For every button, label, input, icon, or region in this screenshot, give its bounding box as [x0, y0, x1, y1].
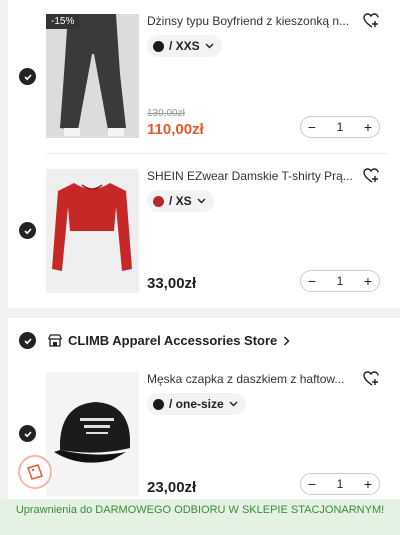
increase-button[interactable]: +	[357, 119, 379, 135]
quantity-value[interactable]: 1	[337, 477, 344, 491]
check-icon	[23, 430, 32, 437]
tshirt-image	[46, 169, 139, 293]
variant-selector[interactable]: / XXS	[147, 35, 222, 57]
cap-image	[46, 372, 139, 496]
quantity-stepper: − 1 +	[300, 270, 380, 292]
decrease-button[interactable]: −	[301, 119, 323, 135]
variant-label: / one-size	[169, 397, 224, 411]
store-name: CLIMB Apparel Accessories Store	[68, 333, 278, 348]
variant-selector[interactable]: / XS	[147, 190, 214, 212]
free-pickup-banner: Uprawnienia do DARMOWEGO ODBIORU W SKLEP…	[0, 499, 400, 535]
quantity-stepper: − 1 +	[300, 473, 380, 495]
quantity-value[interactable]: 1	[337, 274, 344, 288]
increase-button[interactable]: +	[357, 273, 379, 289]
chevron-down-icon	[197, 198, 206, 204]
product-image[interactable]	[46, 169, 139, 293]
color-swatch	[153, 195, 164, 207]
increase-button[interactable]: +	[357, 476, 379, 492]
item-select-checkbox[interactable]	[19, 222, 36, 239]
chevron-down-icon	[205, 43, 214, 49]
chevron-down-icon	[229, 401, 238, 407]
variant-label: / XS	[169, 194, 192, 208]
variant-selector[interactable]: / one-size	[147, 393, 246, 415]
cart-item-jeans: -15% Dżinsy typu Boyfriend z kieszonką n…	[8, 0, 400, 150]
decrease-button[interactable]: −	[301, 476, 323, 492]
store-select-checkbox[interactable]	[19, 332, 36, 349]
product-image[interactable]	[46, 372, 139, 496]
store-icon	[48, 334, 62, 347]
cart-store-group-1: -15% Dżinsy typu Boyfriend z kieszonką n…	[8, 0, 400, 308]
price: 33,00zł	[147, 275, 197, 292]
product-title[interactable]: Męska czapka z daszkiem z haftow...	[147, 372, 357, 386]
check-icon	[23, 337, 32, 344]
check-icon	[23, 227, 32, 234]
product-title[interactable]: Dżinsy typu Boyfriend z kieszonką n...	[147, 14, 357, 28]
decrease-button[interactable]: −	[301, 273, 323, 289]
chevron-right-icon	[284, 335, 290, 346]
original-price: 130,00zł	[147, 108, 185, 119]
cart-item-tshirt: SHEIN EZwear Damskie T-shirty Prą... / X…	[8, 155, 400, 305]
store-header[interactable]: CLIMB Apparel Accessories Store	[19, 332, 290, 349]
heart-plus-icon[interactable]	[363, 168, 381, 184]
coupon-button[interactable]	[18, 455, 52, 489]
cart-item-cap: Męska czapka z daszkiem z haftow... / on…	[8, 358, 400, 508]
product-image[interactable]: -15%	[46, 14, 139, 138]
item-select-checkbox[interactable]	[19, 425, 36, 442]
sale-price: 110,00zł	[147, 121, 204, 138]
heart-plus-icon[interactable]	[363, 13, 381, 29]
color-swatch	[153, 398, 164, 410]
heart-plus-icon[interactable]	[363, 371, 381, 387]
variant-label: / XXS	[169, 39, 200, 53]
divider	[46, 153, 388, 154]
quantity-stepper: − 1 +	[300, 116, 380, 138]
discount-badge: -15%	[46, 14, 80, 29]
coupon-icon	[27, 464, 43, 480]
check-icon	[23, 73, 32, 80]
jeans-image	[46, 14, 139, 138]
color-swatch	[153, 40, 164, 52]
item-select-checkbox[interactable]	[19, 68, 36, 85]
price: 23,00zł	[147, 479, 197, 496]
quantity-value[interactable]: 1	[337, 120, 344, 134]
product-title[interactable]: SHEIN EZwear Damskie T-shirty Prą...	[147, 169, 357, 183]
